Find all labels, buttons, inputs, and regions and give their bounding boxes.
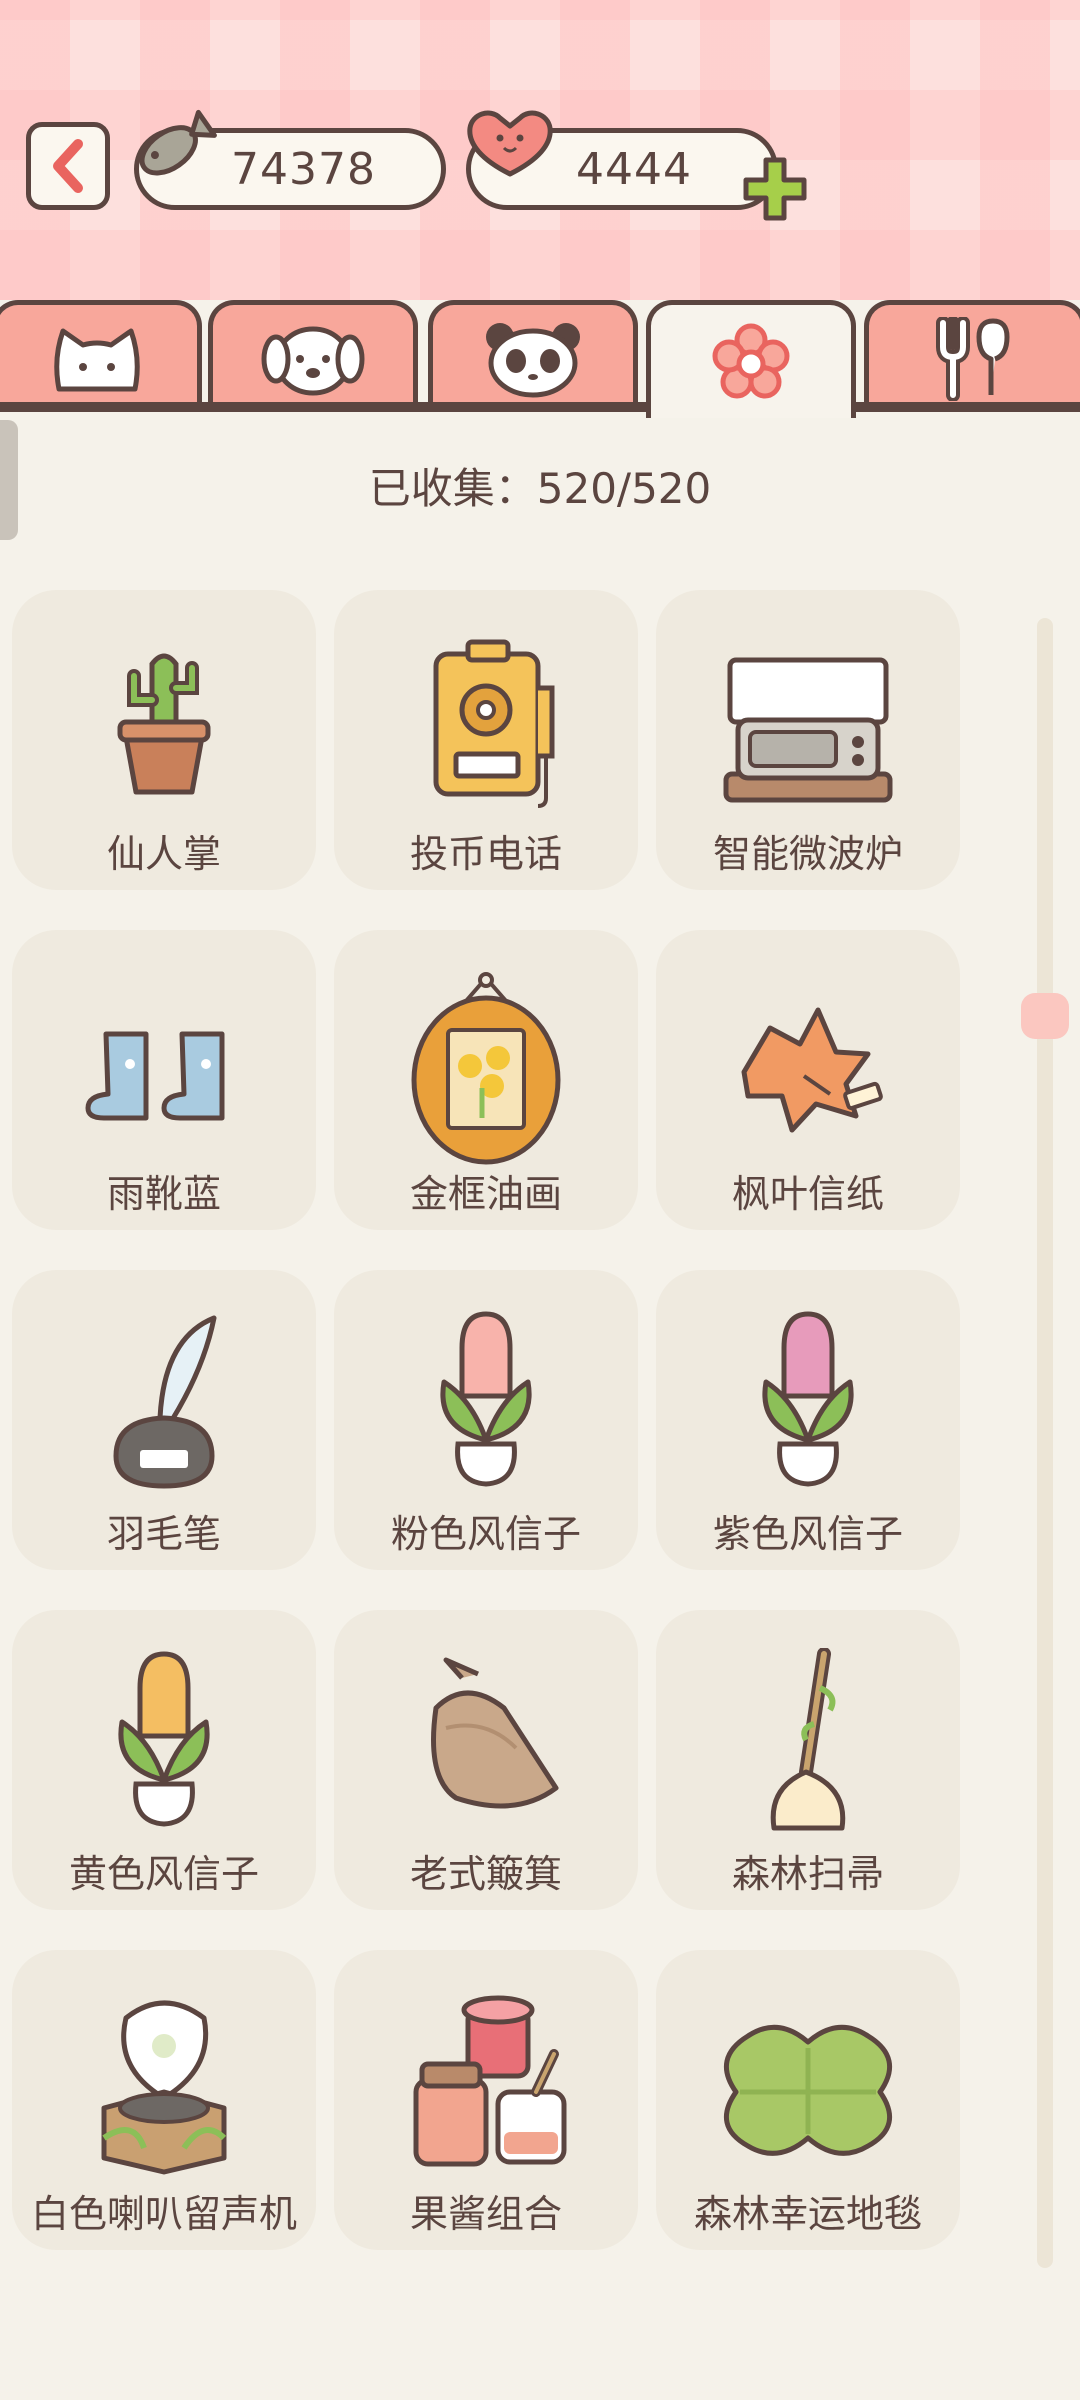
- dustpan-icon: [431, 1657, 559, 1809]
- item-card[interactable]: 枫叶信纸: [656, 930, 960, 1230]
- tab-cat[interactable]: [0, 300, 202, 412]
- fork-spoon-icon: [936, 316, 1010, 401]
- item-card[interactable]: 白色喇叭留声机: [12, 1950, 316, 2250]
- fish-count: 74378: [231, 143, 376, 195]
- item-label: 果酱组合: [409, 2192, 562, 2236]
- tab-dog[interactable]: [208, 300, 418, 412]
- category-tabbar: [0, 300, 1080, 418]
- microwave-icon: [723, 657, 893, 803]
- item-card[interactable]: 紫色风信子: [656, 1270, 960, 1570]
- item-label: 枫叶信纸: [731, 1172, 884, 1216]
- add-hearts-button[interactable]: [740, 154, 810, 224]
- item-card[interactable]: 老式簸箕: [334, 1610, 638, 1910]
- cat-face-icon: [54, 328, 140, 391]
- heart-count: 4444: [576, 143, 692, 195]
- item-label: 黄色风信子: [68, 1852, 259, 1896]
- tab-food[interactable]: [864, 300, 1080, 412]
- clover-rug-icon: [724, 2024, 892, 2156]
- item-label: 森林幸运地毯: [693, 2192, 922, 2236]
- tabbar-divider: [0, 402, 1080, 412]
- item-label: 智能微波炉: [712, 832, 903, 876]
- item-label: 老式簸箕: [409, 1852, 562, 1896]
- item-label: 粉色风信子: [390, 1512, 581, 1556]
- scrollbar-thumb[interactable]: [1021, 993, 1069, 1039]
- broom-icon: [770, 1648, 846, 1831]
- item-card[interactable]: 粉色风信子: [334, 1270, 638, 1570]
- item-card[interactable]: 智能微波炉: [656, 590, 960, 890]
- panda-face-icon: [486, 322, 580, 397]
- item-label: 森林扫帚: [731, 1852, 884, 1896]
- framed-painting-icon: [411, 972, 561, 1165]
- item-card[interactable]: 黄色风信子: [12, 1610, 316, 1910]
- cactus-icon: [117, 653, 211, 795]
- rain-boots-icon: [85, 1031, 225, 1121]
- purple-hyacinth-icon: [762, 1311, 854, 1487]
- item-card[interactable]: 森林幸运地毯: [656, 1950, 960, 2250]
- heart-icon: [467, 110, 553, 177]
- gramophone-icon: [101, 2000, 227, 2175]
- item-card[interactable]: 雨靴蓝: [12, 930, 316, 1230]
- item-label: 投币电话: [409, 832, 562, 876]
- chevron-left-icon: [53, 139, 83, 193]
- item-card[interactable]: 金框油画: [334, 930, 638, 1230]
- scrollbar-track[interactable]: [1037, 618, 1053, 2268]
- item-label: 金框油画: [409, 1172, 562, 1216]
- tab-flower[interactable]: [646, 300, 856, 418]
- item-card[interactable]: 投币电话: [334, 590, 638, 890]
- item-label: 白色喇叭留声机: [30, 2192, 297, 2236]
- back-button[interactable]: [26, 122, 110, 210]
- collected-counter: 已收集：520/520: [368, 464, 712, 513]
- item-label: 仙人掌: [106, 832, 221, 876]
- tab-panda[interactable]: [428, 300, 638, 412]
- payphone-icon: [433, 639, 555, 808]
- flower-icon: [712, 323, 790, 398]
- jam-jars-icon: [413, 1995, 567, 2167]
- fish-icon: [139, 109, 217, 176]
- yellow-hyacinth-icon: [118, 1651, 210, 1827]
- dog-face-icon: [261, 326, 365, 395]
- item-label: 雨靴蓝: [106, 1172, 221, 1216]
- item-card[interactable]: 羽毛笔: [12, 1270, 316, 1570]
- item-label: 羽毛笔: [106, 1512, 221, 1556]
- item-label: 紫色风信子: [712, 1512, 903, 1556]
- quill-pen-icon: [113, 1315, 217, 1489]
- item-card[interactable]: 仙人掌: [12, 590, 316, 890]
- item-card[interactable]: 森林扫帚: [656, 1610, 960, 1910]
- maple-leaf-icon: [741, 1007, 883, 1133]
- item-card[interactable]: 果酱组合: [334, 1950, 638, 2250]
- pink-hyacinth-icon: [440, 1311, 532, 1487]
